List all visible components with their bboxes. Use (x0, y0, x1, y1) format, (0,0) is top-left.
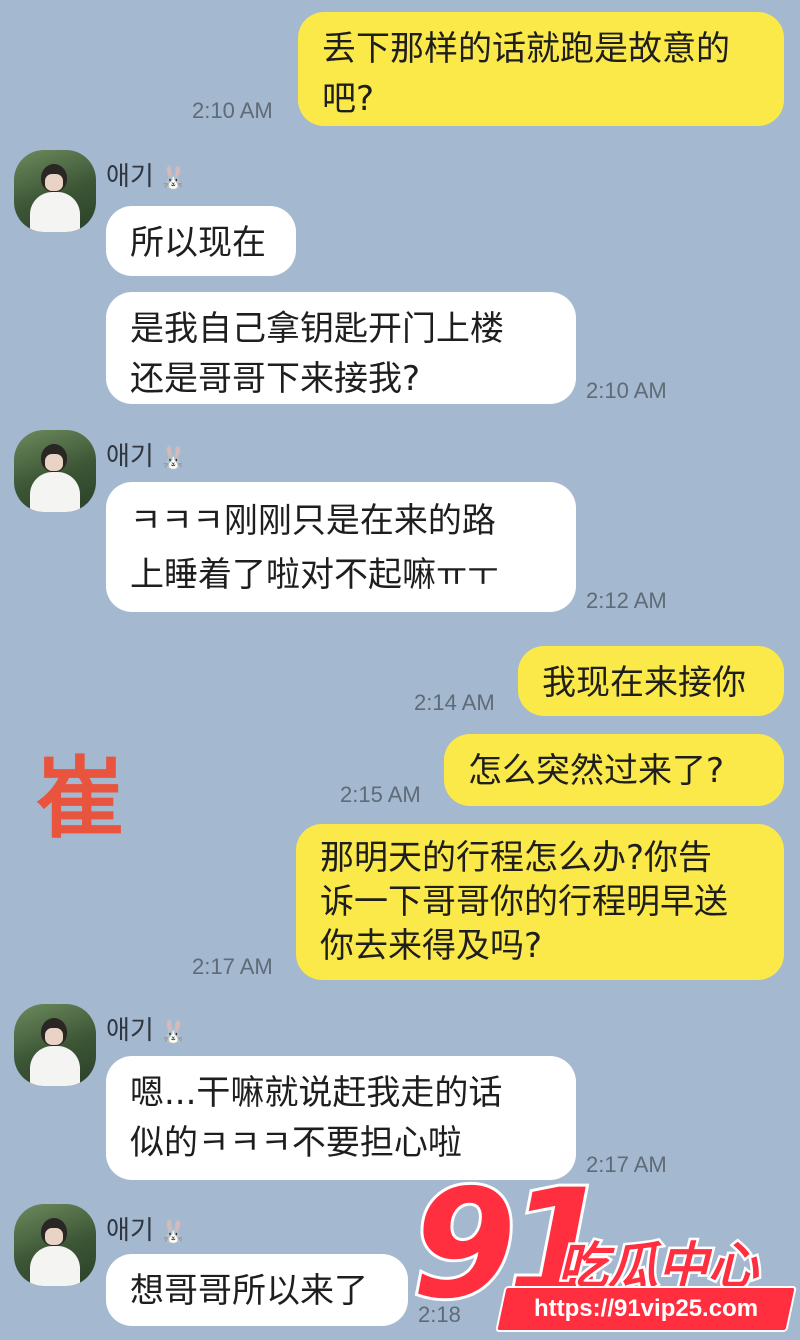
contact-avatar[interactable] (14, 430, 96, 512)
rabbit-emoji-icon: 🐰 (159, 1220, 188, 1245)
message-bubble-sent[interactable]: 那明天的行程怎么办?你告 诉一下哥哥你的行程明早送 你去来得及吗? (296, 824, 784, 980)
message-timestamp: 2:15 AM (340, 782, 421, 807)
sender-name-text: 애기 (106, 162, 154, 192)
message-bubble-sent[interactable]: 丢下那样的话就跑是故意的 吧? (298, 12, 784, 126)
message-bubble-sent[interactable]: 我现在来接你 (518, 646, 784, 716)
annotation-label: 崔 (36, 747, 125, 850)
sender-name-text: 애기 (106, 442, 154, 472)
watermark-url-badge[interactable]: https://91vip25.com (495, 1286, 797, 1332)
sender-name: 애기 🐰 (106, 156, 187, 193)
sender-name: 애기 🐰 (106, 1010, 187, 1047)
contact-avatar[interactable] (14, 1004, 96, 1086)
message-timestamp: 2:17 AM (192, 954, 273, 979)
rabbit-emoji-icon: 🐰 (159, 446, 188, 471)
contact-avatar[interactable] (14, 1204, 96, 1286)
rabbit-emoji-icon: 🐰 (159, 1020, 188, 1045)
sender-name-text: 애기 (106, 1216, 154, 1246)
message-bubble-received[interactable]: ㅋㅋㅋ刚刚只是在来的路 上睡着了啦对不起嘛ㅠㅜ (106, 482, 576, 612)
message-timestamp: 2:12 AM (586, 588, 667, 613)
message-timestamp: 2:10 AM (586, 378, 667, 403)
message-timestamp: 2:10 AM (192, 98, 273, 123)
rabbit-emoji-icon: 🐰 (159, 166, 188, 191)
message-bubble-received[interactable]: 所以现在 (106, 206, 296, 276)
sender-name-text: 애기 (106, 1016, 154, 1046)
message-bubble-sent[interactable]: 怎么突然过来了? (444, 734, 784, 806)
message-bubble-received[interactable]: 想哥哥所以来了 (106, 1254, 408, 1326)
sender-name: 애기 🐰 (106, 436, 187, 473)
watermark-url-text: https://91vip25.com (533, 1295, 759, 1322)
contact-avatar[interactable] (14, 150, 96, 232)
message-bubble-received[interactable]: 是我自己拿钥匙开门上楼 还是哥哥下来接我? (106, 292, 576, 404)
message-timestamp: 2:14 AM (414, 690, 495, 715)
sender-name: 애기 🐰 (106, 1210, 187, 1247)
